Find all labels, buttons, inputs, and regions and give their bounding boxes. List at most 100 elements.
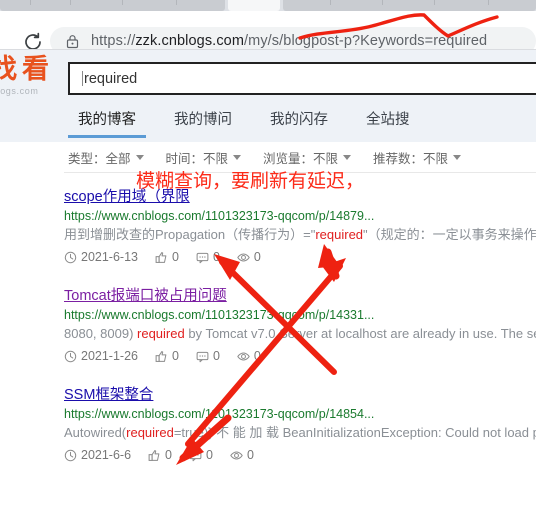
filter-type-label: 类型：全部 bbox=[68, 152, 131, 166]
snippet-highlight: required bbox=[315, 227, 364, 242]
meta-date-value: 2021-6-13 bbox=[81, 250, 138, 264]
chevron-down-icon bbox=[135, 155, 144, 160]
page-content: 找看 blogs.com required 我的博客 我的博问 我的闪存 全站搜… bbox=[0, 50, 536, 532]
tab-my-ing[interactable]: 我的闪存 bbox=[260, 106, 338, 138]
meta-views-value: 0 bbox=[246, 448, 254, 462]
site-logo-text: 找看 bbox=[0, 54, 54, 85]
meta-comments-value: 0 bbox=[206, 448, 213, 462]
filter-diggs[interactable]: 推荐数：不限 bbox=[373, 148, 462, 167]
meta-likes: 0 bbox=[155, 349, 179, 363]
tab-my-qa[interactable]: 我的博问 bbox=[164, 106, 242, 138]
filter-diggs-label: 推荐数：不限 bbox=[373, 152, 449, 166]
chevron-down-icon bbox=[453, 155, 462, 160]
tab-whole-site[interactable]: 全站搜 bbox=[356, 106, 420, 138]
meta-comments: 0 bbox=[196, 349, 220, 363]
meta-views-value: 0 bbox=[253, 349, 261, 363]
meta-comments: 0 bbox=[196, 250, 220, 264]
url-path: /my/s/blogpost-p?Keywords=required bbox=[244, 33, 488, 49]
url-scheme: https:// bbox=[91, 33, 136, 49]
snippet-post: =true)} 不 能 加 载 BeanInitializationExcept… bbox=[173, 425, 536, 440]
lock-icon bbox=[66, 34, 79, 49]
result-title-link[interactable]: SSM框架整合 bbox=[64, 383, 153, 404]
comment-icon bbox=[189, 450, 202, 461]
meta-date-value: 2021-1-26 bbox=[81, 349, 138, 363]
snippet-pre: Autowired( bbox=[64, 425, 127, 440]
tab-separator bbox=[488, 0, 489, 5]
filter-bar: 类型：全部 时间：不限 浏览量：不限 推荐数：不限 bbox=[68, 148, 483, 167]
result-meta: 2021-6-6 0 0 0 bbox=[64, 448, 536, 462]
address-bar-url: https://zzk.cnblogs.com/my/s/blogpost-p?… bbox=[91, 33, 487, 49]
browser-tab-active[interactable] bbox=[228, 0, 280, 11]
result-meta: 2021-1-26 0 0 0 bbox=[64, 349, 536, 363]
meta-comments-value: 0 bbox=[212, 250, 220, 264]
tab-separator bbox=[70, 0, 71, 5]
meta-likes: 0 bbox=[155, 250, 179, 264]
meta-date-value: 2021-6-6 bbox=[81, 448, 132, 462]
tab-separator bbox=[122, 0, 123, 5]
snippet-post: by Tomcat v7.0 Server at localhost are a… bbox=[188, 326, 536, 341]
thumbs-up-icon bbox=[155, 251, 167, 263]
snippet-pre: 用到增删改查的Propagation（传播行为）=" bbox=[64, 227, 316, 242]
clock-icon bbox=[64, 350, 77, 362]
browser-toolbar: https://zzk.cnblogs.com/my/s/blogpost-p?… bbox=[0, 11, 536, 55]
result-meta: 2021-6-13 0 0 0 bbox=[64, 250, 536, 264]
result-url: https://www.cnblogs.com/1101323173-qqcom… bbox=[64, 407, 375, 421]
browser-tab-inactive-left[interactable] bbox=[0, 0, 225, 11]
tab-separator bbox=[176, 0, 177, 5]
meta-comments: 0 bbox=[189, 448, 213, 462]
site-logo-subtext: blogs.com bbox=[0, 86, 39, 96]
chevron-down-icon bbox=[233, 155, 242, 160]
comment-icon bbox=[196, 351, 209, 362]
text-caret bbox=[82, 71, 83, 86]
search-result-item: SSM框架整合 https://www.cnblogs.com/11013231… bbox=[64, 383, 536, 462]
meta-likes-value: 0 bbox=[172, 250, 179, 264]
annotation-note: 模糊查询，要刷新有延迟， bbox=[136, 170, 365, 192]
eye-icon bbox=[230, 450, 243, 460]
snippet-post: "（规定的：一定以事务来操作，没有的：支持当前事务，没有就非事务）mandato… bbox=[363, 227, 536, 242]
meta-views: 0 bbox=[237, 250, 261, 264]
clock-icon bbox=[64, 449, 77, 461]
result-snippet: Autowired(required=true)} 不 能 加 载 BeanIn… bbox=[64, 423, 536, 442]
result-title-link[interactable]: Tomcat报端口被占用问题 bbox=[64, 284, 227, 305]
search-result-item: scope作用域（界限 https://www.cnblogs.com/1101… bbox=[64, 185, 536, 264]
eye-icon bbox=[237, 252, 250, 262]
snippet-pre: 8080, 8009) bbox=[64, 326, 138, 341]
filter-views[interactable]: 浏览量：不限 bbox=[263, 148, 352, 167]
result-url: https://www.cnblogs.com/1101323173-qqcom… bbox=[64, 209, 375, 223]
filter-time-label: 时间：不限 bbox=[165, 152, 229, 166]
comment-icon bbox=[196, 252, 209, 263]
thumbs-up-icon bbox=[155, 350, 167, 362]
meta-likes: 0 bbox=[148, 448, 172, 462]
filter-type[interactable]: 类型：全部 bbox=[68, 148, 144, 167]
result-snippet: 8080, 8009) required by Tomcat v7.0 Serv… bbox=[64, 324, 536, 343]
meta-date: 2021-6-13 bbox=[64, 250, 138, 264]
meta-views-value: 0 bbox=[253, 250, 261, 264]
meta-date: 2021-6-6 bbox=[64, 448, 131, 462]
search-result-item: Tomcat报端口被占用问题 https://www.cnblogs.com/1… bbox=[64, 284, 536, 363]
browser-tab-inactive-right[interactable] bbox=[283, 0, 536, 11]
tab-separator bbox=[30, 0, 31, 5]
search-results-list: scope作用域（界限 https://www.cnblogs.com/1101… bbox=[64, 185, 536, 477]
meta-views: 0 bbox=[230, 448, 254, 462]
site-logo[interactable]: 找看 blogs.com bbox=[0, 54, 62, 97]
eye-icon bbox=[237, 351, 250, 361]
clock-icon bbox=[64, 251, 77, 263]
search-input[interactable]: required bbox=[68, 62, 536, 95]
tab-separator bbox=[382, 0, 383, 5]
tab-my-blog[interactable]: 我的博客 bbox=[68, 106, 146, 138]
meta-comments-value: 0 bbox=[212, 349, 220, 363]
thumbs-up-icon bbox=[148, 449, 160, 461]
meta-views: 0 bbox=[237, 349, 261, 363]
search-input-value: required bbox=[84, 70, 138, 87]
browser-tab-strip bbox=[0, 0, 536, 11]
meta-likes-value: 0 bbox=[172, 349, 179, 363]
url-host: zzk.cnblogs.com bbox=[135, 33, 245, 49]
meta-likes-value: 0 bbox=[165, 448, 172, 462]
result-url: https://www.cnblogs.com/1101323173-qqcom… bbox=[64, 308, 375, 322]
filter-time[interactable]: 时间：不限 bbox=[166, 148, 242, 167]
snippet-highlight: required bbox=[137, 326, 185, 341]
tab-separator bbox=[330, 0, 331, 5]
search-scope-tabs: 我的博客 我的博问 我的闪存 全站搜 bbox=[68, 106, 438, 140]
filter-views-label: 浏览量：不限 bbox=[263, 152, 339, 166]
meta-date: 2021-1-26 bbox=[64, 349, 138, 363]
